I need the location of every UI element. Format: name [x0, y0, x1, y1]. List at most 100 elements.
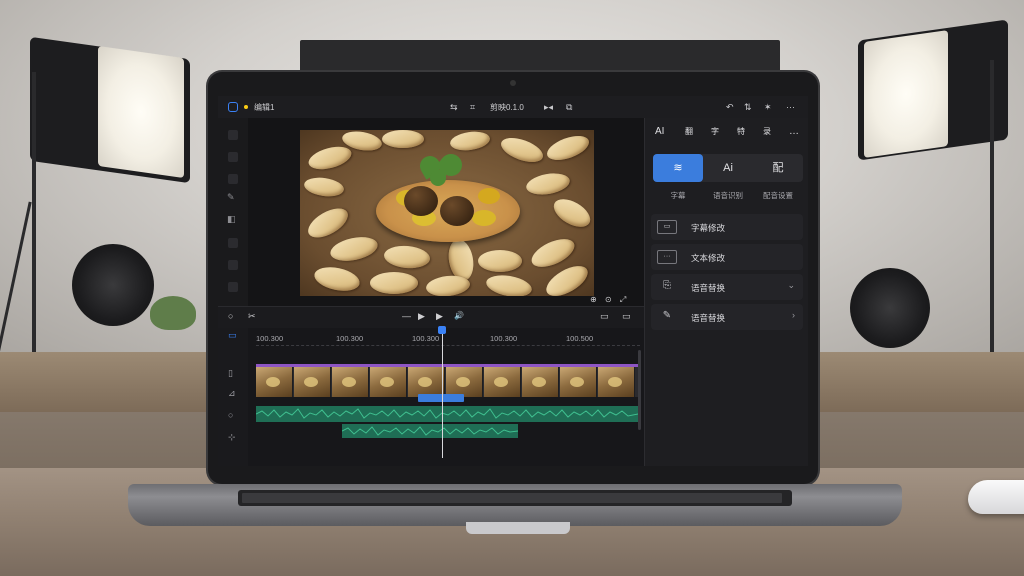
crop-icon[interactable]: ⌗: [470, 101, 475, 113]
split-icon[interactable]: ⇆: [450, 101, 458, 113]
mirror-icon[interactable]: ⧉: [566, 101, 572, 113]
bean: [328, 233, 380, 265]
mouse: [968, 480, 1024, 514]
playhead[interactable]: [442, 328, 443, 458]
adjust-tool[interactable]: [228, 282, 238, 292]
editor-logo-icon[interactable]: [228, 102, 238, 112]
track-select-icon[interactable]: ▭: [228, 330, 237, 341]
text-edit-item[interactable]: ··· 文本修改: [651, 244, 803, 270]
video-editor-app: 编辑1 ⇆ ⌗ 剪映0.1.0 ▸◂ ⧉ ↶ ⇅ ✶ ··· ✎ ◧ ⊕ ⊙ ⤢…: [218, 96, 808, 466]
zoom-out-icon[interactable]: —: [402, 311, 411, 321]
voice-replace-item[interactable]: ⎘ 语音替换 ⌄: [651, 274, 803, 300]
olive: [472, 210, 496, 226]
ruler-label: 100.300: [336, 334, 364, 343]
text-track-icon[interactable]: ⊿: [228, 388, 236, 399]
bean: [302, 175, 346, 199]
bean: [303, 202, 353, 244]
text-tool[interactable]: [228, 174, 238, 184]
redo-icon[interactable]: ⇅: [744, 101, 752, 113]
timeline-scrollbar[interactable]: [638, 350, 641, 430]
item-label: 语音替换: [691, 283, 726, 293]
pen-icon: ✎: [662, 310, 672, 321]
olive: [478, 188, 500, 204]
subtitle-edit-item[interactable]: ▭ 字幕修改: [651, 214, 803, 240]
playhead-handle[interactable]: [438, 326, 446, 334]
clip-thumbnail: [408, 367, 445, 397]
bean: [543, 131, 593, 165]
text-clip[interactable]: [418, 394, 464, 402]
bean: [383, 244, 431, 270]
clip-thumbnail: [256, 367, 293, 397]
item-label: 文本修改: [691, 253, 726, 263]
audio-clip[interactable]: [256, 406, 638, 422]
volume-icon[interactable]: 🔊: [454, 311, 464, 320]
preview-tools[interactable]: ⊕ ⊙ ⤢: [590, 295, 629, 305]
ruler-label: 100.500: [566, 334, 594, 343]
project-name[interactable]: 编辑1: [254, 102, 274, 113]
undo-icon[interactable]: ↶: [726, 101, 734, 113]
more-icon[interactable]: …: [789, 126, 799, 137]
effect-icon[interactable]: 特: [737, 126, 745, 137]
ratio-icon[interactable]: ▸◂: [544, 101, 553, 113]
bean: [549, 193, 594, 233]
time-ruler[interactable]: 100.300 100.300 100.300 100.300 100.500: [256, 334, 640, 346]
circle-icon[interactable]: ○: [228, 311, 233, 321]
effect-tool[interactable]: [228, 238, 238, 248]
ai-tab[interactable]: AI: [655, 126, 664, 137]
magic-icon[interactable]: ✶: [764, 101, 772, 113]
play-icon[interactable]: ▶: [418, 311, 425, 322]
preview-video-frame[interactable]: [300, 130, 594, 296]
fullscreen-icon[interactable]: ▭: [600, 311, 609, 322]
translate-icon[interactable]: 翻: [685, 126, 693, 137]
voice-replace-item-2[interactable]: ✎ 语音替换 ›: [651, 304, 803, 330]
bean: [382, 130, 424, 148]
video-clip[interactable]: [256, 364, 638, 397]
seg-caption: 配音设置: [763, 191, 793, 200]
audio-track-icon[interactable]: ○: [228, 410, 233, 420]
light-stand-left: [32, 72, 36, 372]
sticker-icon[interactable]: ◧: [227, 214, 236, 225]
clip-thumbnail: [370, 367, 407, 397]
audio-waveform: [256, 408, 638, 419]
audio-tool[interactable]: [228, 152, 238, 162]
filter-tool[interactable]: [228, 260, 238, 270]
bean: [312, 263, 362, 295]
seg-caption: 字幕: [670, 191, 686, 200]
ruler-label: 100.300: [256, 334, 284, 343]
chevron-down-icon[interactable]: ⌄: [787, 280, 795, 291]
bean: [448, 130, 492, 153]
text-icon[interactable]: 字: [711, 126, 719, 137]
seg-dub[interactable]: 配: [753, 154, 803, 182]
pen-icon[interactable]: ✎: [227, 192, 235, 203]
more-icon[interactable]: ···: [786, 101, 795, 113]
laptop-screen: 编辑1 ⇆ ⌗ 剪映0.1.0 ▸◂ ⧉ ↶ ⇅ ✶ ··· ✎ ◧ ⊕ ⊙ ⤢…: [218, 96, 808, 466]
studio-speaker-right: [850, 268, 930, 348]
clip-thumbnail: [332, 367, 369, 397]
wall-panel: [300, 40, 780, 76]
unsaved-dot-icon: [244, 105, 248, 109]
clip-thumbnail: [522, 367, 559, 397]
seg-ai[interactable]: Ai: [703, 154, 753, 182]
audio-waveform: [342, 426, 518, 436]
ruler-ticks: [256, 345, 640, 347]
monitor-icon: ▭: [657, 220, 677, 234]
track-controls: ▭ ▯ ⊿ ○ ⊹: [218, 328, 248, 466]
wifi-icon[interactable]: ≋: [653, 154, 703, 182]
bean: [524, 170, 572, 198]
ratio-icon[interactable]: ▭: [622, 311, 631, 322]
add-track-icon[interactable]: ⊹: [228, 432, 236, 443]
softbox-glow-right: [864, 30, 948, 158]
audio-clip-2[interactable]: [342, 424, 518, 438]
media-tool[interactable]: [228, 130, 238, 140]
camera-icon: [510, 80, 516, 86]
chevron-right-icon[interactable]: ›: [792, 310, 795, 320]
next-frame-icon[interactable]: ▶: [436, 311, 443, 322]
scissors-icon[interactable]: ✂: [248, 311, 256, 322]
video-track-icon[interactable]: ▯: [228, 368, 233, 379]
record-icon[interactable]: 录: [763, 126, 771, 137]
olive: [404, 186, 438, 216]
timeline: ▭ ▯ ⊿ ○ ⊹ 100.300 100.300 100.300 100.30…: [218, 326, 644, 466]
clip-thumbnail: [294, 367, 331, 397]
item-label: 语音替换: [691, 313, 726, 323]
clip-thumbnail: [598, 367, 635, 397]
